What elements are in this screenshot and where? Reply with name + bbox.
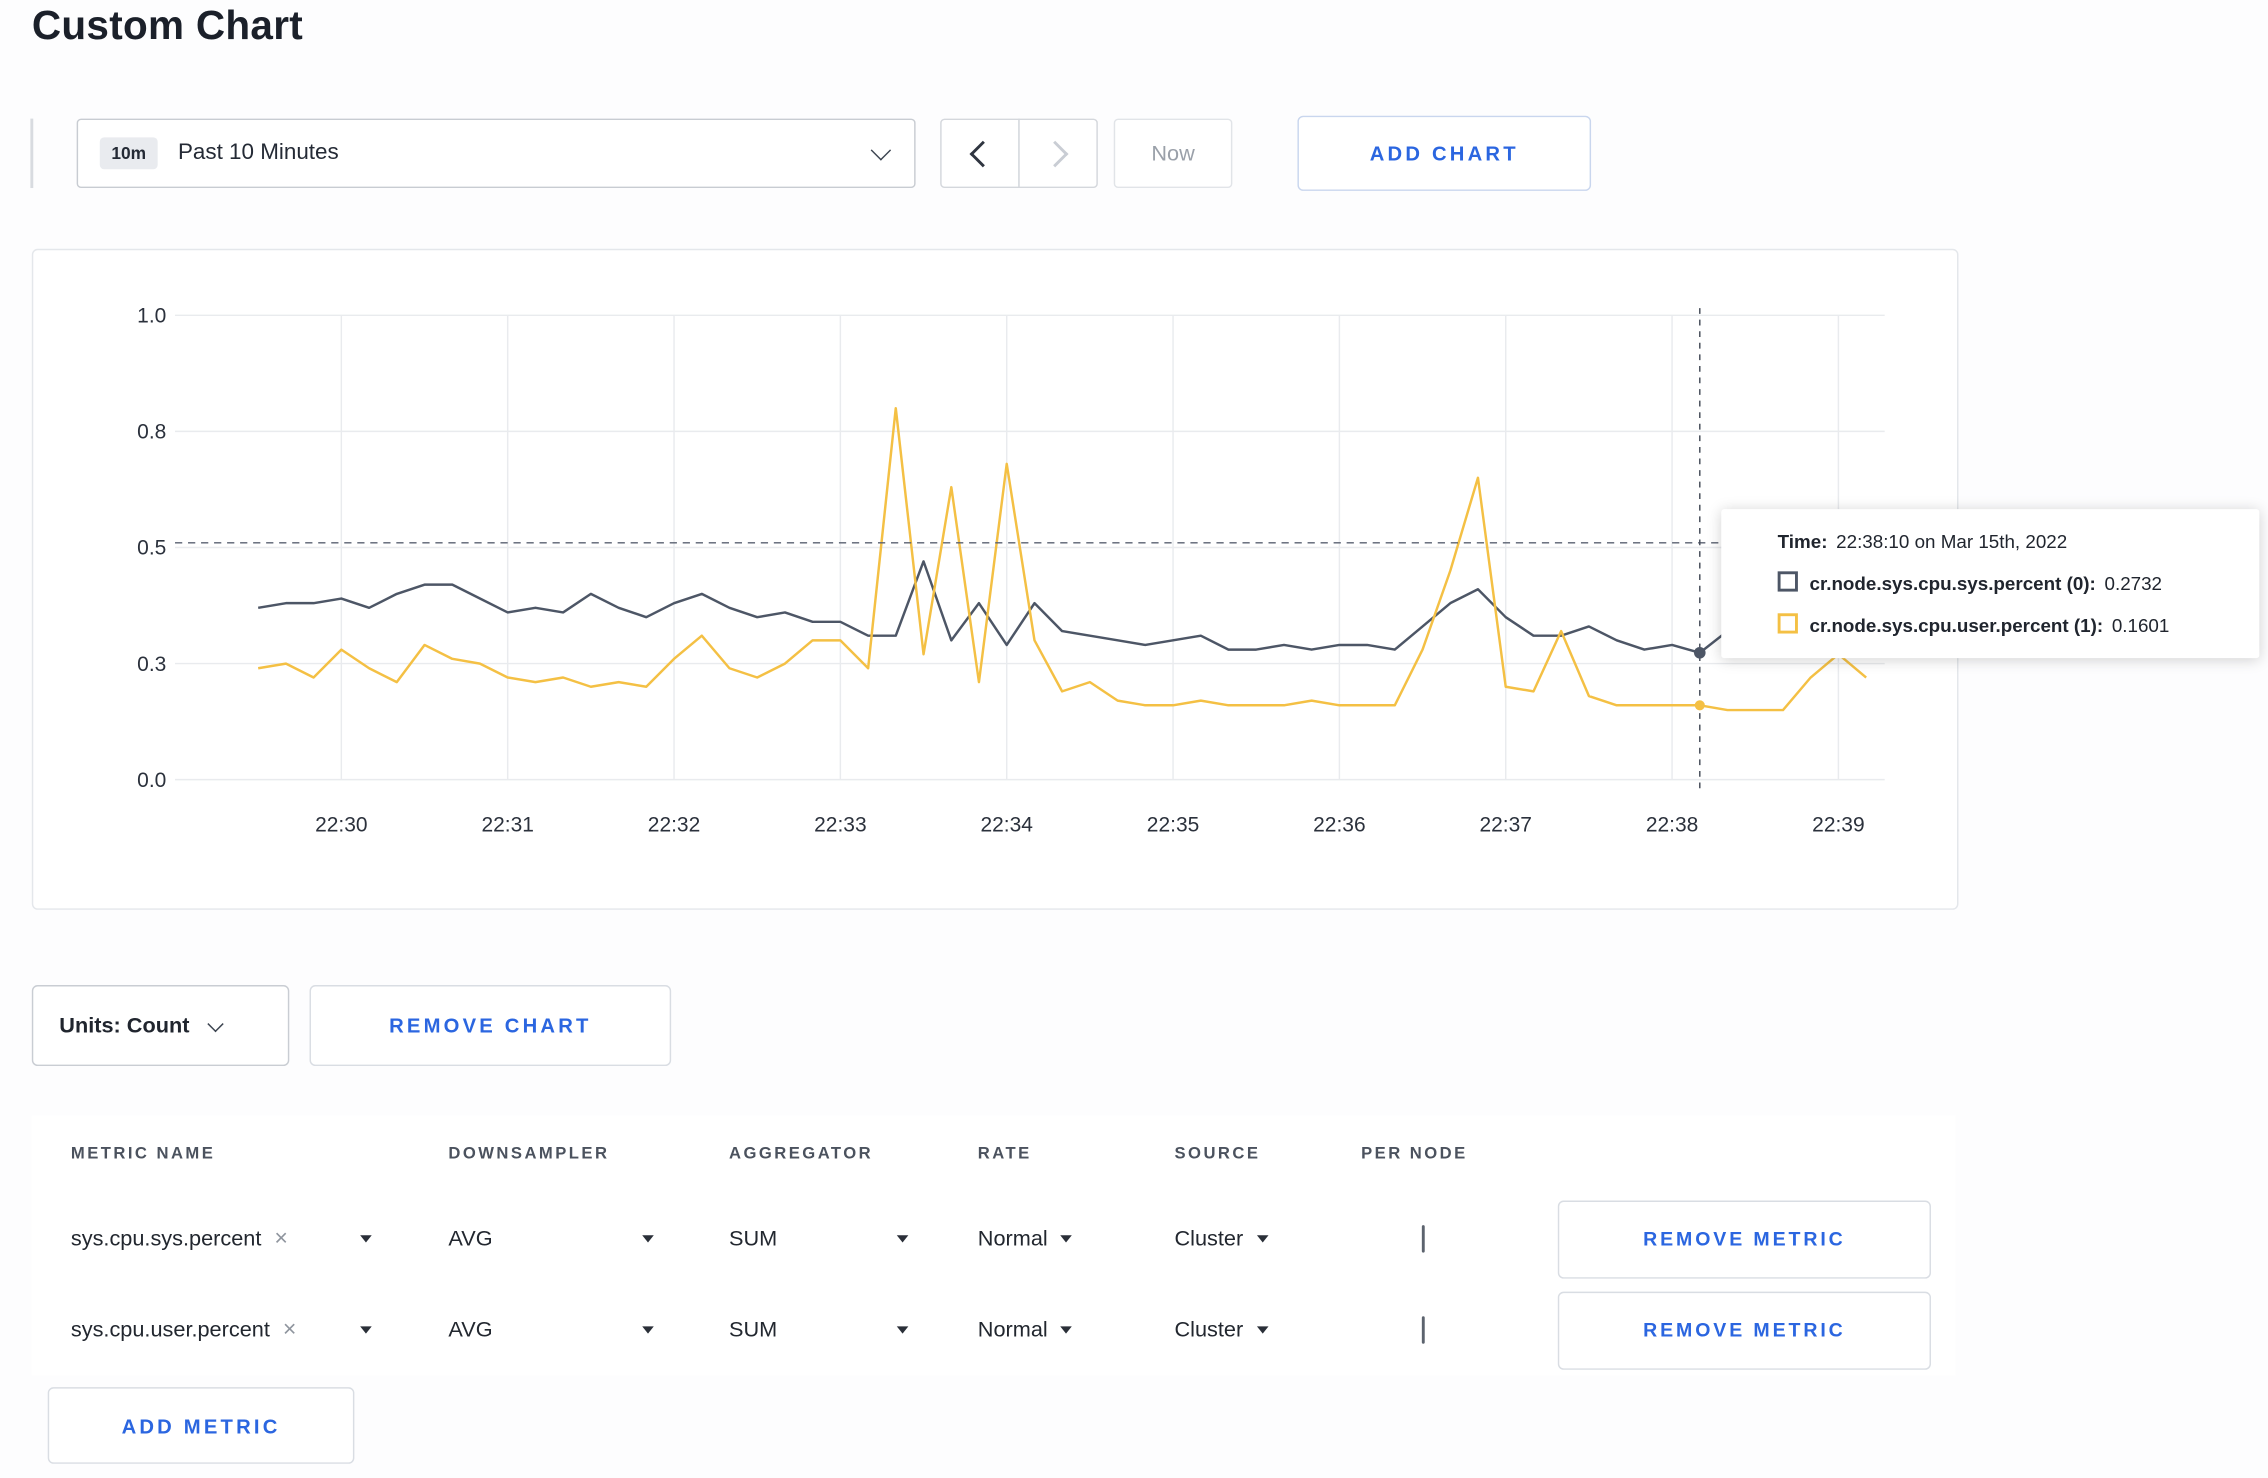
clear-metric-icon[interactable]: × <box>274 1227 288 1250</box>
add-metric-button[interactable]: ADD METRIC <box>47 1387 355 1464</box>
downsampler-value: AVG <box>448 1226 493 1252</box>
time-nav-group <box>940 118 1098 189</box>
hover-point <box>1694 646 1706 659</box>
now-button[interactable]: Now <box>1113 118 1233 189</box>
x-tick-label: 22:33 <box>814 814 866 837</box>
caret-down-icon <box>360 1326 372 1334</box>
y-tick-label: 0.8 <box>137 421 166 444</box>
x-tick-label: 22:30 <box>315 814 367 837</box>
source-select[interactable]: Cluster <box>1174 1317 1361 1343</box>
column-header-downsampler: DOWNSAMPLER <box>448 1145 610 1163</box>
metric-name-value: sys.cpu.sys.percent <box>70 1226 262 1252</box>
column-header-rate: RATE <box>977 1145 1032 1163</box>
downsampler-select[interactable]: AVG <box>448 1317 654 1343</box>
x-tick-label: 22:34 <box>980 814 1033 837</box>
chevron-down-icon <box>207 1015 224 1032</box>
clear-metric-icon[interactable]: × <box>283 1318 297 1341</box>
hover-point <box>1694 700 1705 711</box>
tooltip-series-row: cr.node.sys.cpu.user.percent (1): 0.1601 <box>1777 613 2237 637</box>
caret-down-icon <box>1256 1235 1268 1243</box>
chart-panel: 0.0 0.3 0.5 0.8 1.0 22:30 22:31 22:32 22:33 22:34… <box>31 248 1959 910</box>
prev-range-button[interactable] <box>940 118 1020 189</box>
remove-metric-button[interactable]: REMOVE METRIC <box>1557 1290 1931 1370</box>
units-select-label: Units: Count <box>59 1013 190 1038</box>
metric-row: sys.cpu.sys.percent × AVG SUM Normal Clu… <box>71 1193 1956 1284</box>
column-header-source: SOURCE <box>1174 1145 1261 1163</box>
x-tick-label: 22:37 <box>1479 814 1531 837</box>
aggregator-value: SUM <box>728 1317 778 1343</box>
time-range-select[interactable]: 10m Past 10 Minutes <box>76 118 916 189</box>
rate-select[interactable]: Normal <box>977 1226 1175 1252</box>
metrics-line-chart[interactable]: 0.0 0.3 0.5 0.8 1.0 22:30 22:31 22:32 22:33 22:34… <box>33 250 1957 908</box>
tooltip-series-row: cr.node.sys.cpu.sys.percent (0): 0.2732 <box>1777 571 2237 595</box>
metric-name-value: sys.cpu.user.percent <box>70 1317 270 1343</box>
metric-name-select[interactable]: sys.cpu.sys.percent × <box>70 1226 372 1252</box>
rate-select[interactable]: Normal <box>977 1317 1175 1343</box>
tooltip-time-value: 22:38:10 on Mar 15th, 2022 <box>1836 530 2068 553</box>
rate-value: Normal <box>977 1317 1048 1343</box>
add-chart-button[interactable]: ADD CHART <box>1297 115 1592 191</box>
rate-value: Normal <box>977 1226 1048 1252</box>
caret-down-icon <box>896 1235 909 1243</box>
x-tick-label: 22:39 <box>1812 814 1864 837</box>
caret-down-icon <box>1060 1235 1073 1243</box>
caret-down-icon <box>1060 1326 1073 1334</box>
x-tick-label: 22:32 <box>648 814 700 837</box>
page-title: Custom Chart <box>31 2 304 48</box>
remove-chart-button[interactable]: REMOVE CHART <box>309 985 672 1067</box>
metrics-table: METRIC NAME DOWNSAMPLER AGGREGATOR RATE … <box>31 1115 1956 1376</box>
x-tick-label: 22:31 <box>481 814 533 837</box>
tooltip-time-row: Time: 22:38:10 on Mar 15th, 2022 <box>1778 532 2237 552</box>
tooltip-series-value: 0.1601 <box>2111 614 2170 637</box>
y-tick-label: 0.0 <box>137 769 166 792</box>
y-tick-label: 0.5 <box>137 537 166 560</box>
remove-metric-button[interactable]: REMOVE METRIC <box>1557 1199 1931 1278</box>
caret-down-icon <box>1256 1326 1268 1334</box>
column-header-metric-name: METRIC NAME <box>70 1145 216 1163</box>
series-line <box>257 406 1867 712</box>
metrics-table-header: METRIC NAME DOWNSAMPLER AGGREGATOR RATE … <box>71 1115 1956 1193</box>
toolbar-divider <box>30 118 34 189</box>
caret-down-icon <box>896 1326 909 1334</box>
metric-row: sys.cpu.user.percent × AVG SUM Normal Cl… <box>71 1284 1956 1375</box>
per-node-checkbox[interactable] <box>1421 1315 1425 1344</box>
y-tick-label: 1.0 <box>137 305 166 328</box>
y-tick-label: 0.3 <box>137 653 166 676</box>
time-range-label: Past 10 Minutes <box>177 140 339 165</box>
aggregator-value: SUM <box>728 1226 778 1252</box>
chevron-right-icon <box>1041 140 1069 167</box>
tooltip-series-name: cr.node.sys.cpu.user.percent (1): <box>1809 614 2104 637</box>
caret-down-icon <box>360 1235 372 1243</box>
source-value: Cluster <box>1174 1226 1244 1252</box>
downsampler-select[interactable]: AVG <box>448 1226 654 1252</box>
tooltip-series-value: 0.2732 <box>2104 572 2163 595</box>
tooltip-series-name: cr.node.sys.cpu.sys.percent (0): <box>1809 572 2096 595</box>
chart-tooltip: Time: 22:38:10 on Mar 15th, 2022 cr.node.… <box>1721 509 2260 659</box>
x-tick-label: 22:35 <box>1147 814 1199 837</box>
series-user-swatch-icon <box>1777 613 1798 634</box>
column-header-per-node: PER NODE <box>1361 1145 1468 1163</box>
aggregator-select[interactable]: SUM <box>728 1317 909 1343</box>
metric-name-select[interactable]: sys.cpu.user.percent × <box>70 1317 372 1343</box>
column-header-aggregator: AGGREGATOR <box>728 1145 874 1163</box>
chevron-down-icon <box>870 139 892 160</box>
next-range-button[interactable] <box>1018 118 1098 189</box>
units-select[interactable]: Units: Count <box>31 985 290 1067</box>
tooltip-time-label: Time: <box>1777 530 1828 553</box>
per-node-checkbox[interactable] <box>1421 1224 1425 1252</box>
time-range-badge: 10m <box>99 137 158 170</box>
chevron-left-icon <box>969 140 997 167</box>
source-value: Cluster <box>1174 1317 1244 1343</box>
x-tick-label: 22:36 <box>1313 814 1365 837</box>
caret-down-icon <box>642 1235 654 1243</box>
downsampler-value: AVG <box>448 1317 493 1343</box>
caret-down-icon <box>642 1326 654 1334</box>
aggregator-select[interactable]: SUM <box>728 1226 909 1252</box>
series-line <box>257 560 1867 655</box>
custom-chart-page: Custom Chart 10m Past 10 Minutes Now ADD… <box>0 0 2268 1478</box>
series-sys-swatch-icon <box>1777 571 1798 592</box>
x-tick-label: 22:38 <box>1646 814 1698 837</box>
source-select[interactable]: Cluster <box>1174 1226 1361 1252</box>
